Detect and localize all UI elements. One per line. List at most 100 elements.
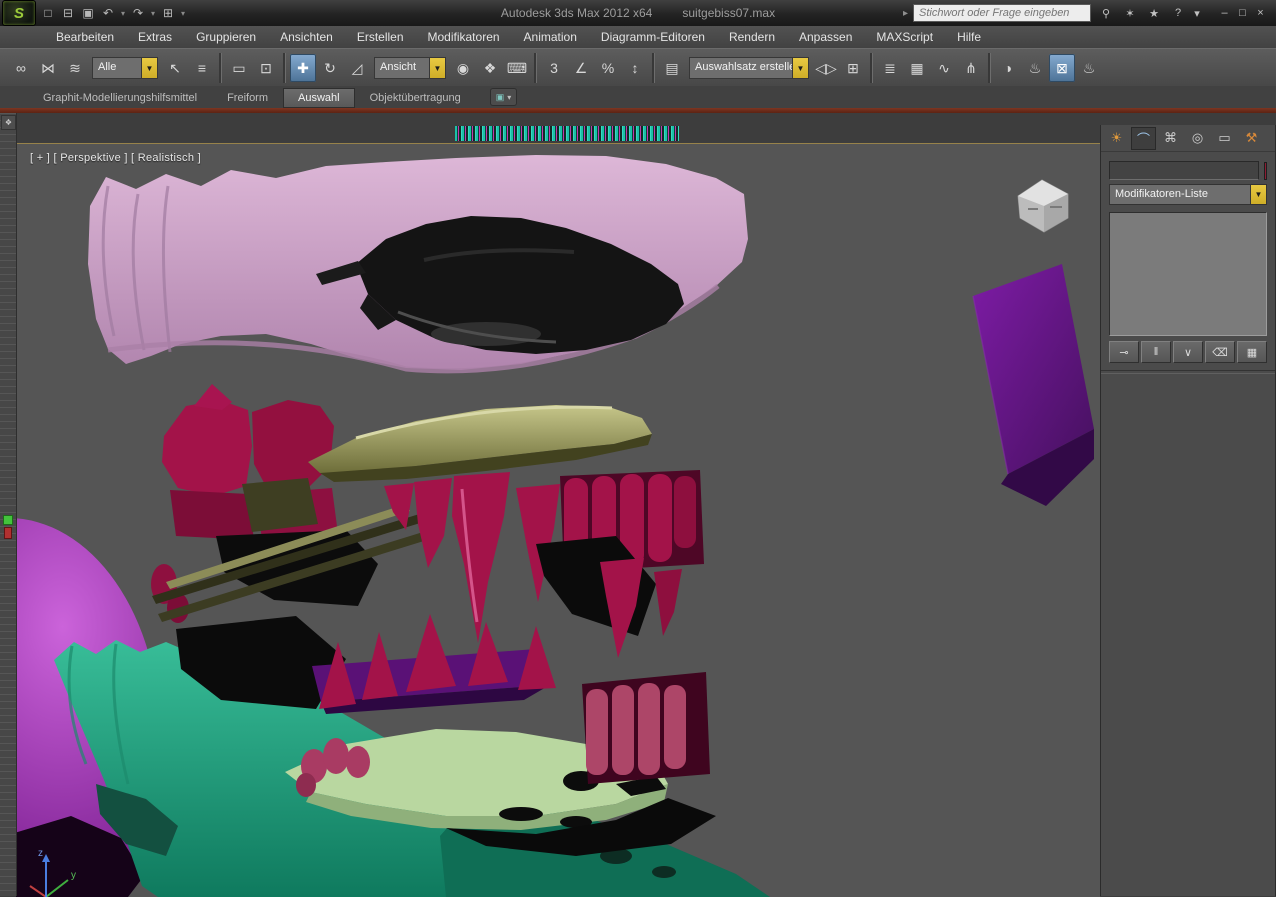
keyboard-shortcut-override-icon[interactable]: ⌨ <box>504 54 530 82</box>
make-unique-button[interactable]: ∨ <box>1173 341 1203 363</box>
menu-modifikatoren[interactable]: Modifikatoren <box>416 26 512 48</box>
configure-modifier-sets-button[interactable]: ▦ <box>1237 341 1267 363</box>
spinner-snap-toggle-icon[interactable]: ↕ <box>622 54 648 82</box>
menu-erstellen[interactable]: Erstellen <box>345 26 416 48</box>
viewcube[interactable] <box>1018 180 1068 232</box>
viewport-label[interactable]: [ + ] [ Perspektive ] [ Realistisch ] <box>30 152 201 164</box>
render-production-icon[interactable]: ♨ <box>1076 54 1102 82</box>
menu-gruppieren[interactable]: Gruppieren <box>184 26 268 48</box>
chevron-down-icon: ▼ <box>792 58 808 78</box>
project-caret-icon[interactable]: ▾ <box>178 4 188 22</box>
favorites-icon[interactable]: ★ <box>1144 4 1164 22</box>
window-crossing-toggle-icon[interactable]: ⊡ <box>253 54 279 82</box>
create-tab-icon[interactable]: ☀ <box>1104 127 1129 150</box>
ribbon-tab-freiform[interactable]: Freiform <box>212 88 283 108</box>
select-object-icon[interactable]: ↖ <box>162 54 188 82</box>
redo-caret-icon[interactable]: ▾ <box>148 4 158 22</box>
viewport-3d-scene[interactable]: z y <box>16 144 1100 897</box>
open-file-icon[interactable]: ⊟ <box>58 4 78 22</box>
mirror-icon[interactable]: ◁▷ <box>813 54 839 82</box>
menu-animation[interactable]: Animation <box>512 26 589 48</box>
bind-to-space-warp-icon[interactable]: ≋ <box>62 54 88 82</box>
reference-coordinate-system-dropdown[interactable]: Ansicht▼ <box>374 57 446 79</box>
modify-tab-icon[interactable]: ⌒ <box>1131 127 1156 150</box>
named-selection-sets-dropdown[interactable]: Auswahlsatz erstelle▼ <box>689 57 809 79</box>
menu-rendern[interactable]: Rendern <box>717 26 787 48</box>
display-tab-icon[interactable]: ▭ <box>1212 127 1237 150</box>
toolbar-separator <box>988 53 991 83</box>
select-and-rotate-icon[interactable]: ↻ <box>317 54 343 82</box>
3ds-max-logo-icon[interactable]: S <box>2 0 36 26</box>
select-and-manipulate-icon[interactable]: ❖ <box>477 54 503 82</box>
ribbon-tab-objekt-bertragung[interactable]: Objektübertragung <box>355 88 476 108</box>
angle-snap-toggle-icon[interactable]: ∠ <box>568 54 594 82</box>
minimize-button[interactable]: – <box>1217 6 1232 20</box>
material-editor-icon[interactable]: ◑ <box>995 54 1021 82</box>
graphite-ribbon-toggle-icon[interactable]: ▦ <box>904 54 930 82</box>
help-caret-icon[interactable]: ▾ <box>1192 4 1202 22</box>
reference-coordinate-system-value: Ansicht <box>375 58 429 78</box>
ribbon-options-button[interactable]: ▣ ▾ <box>490 88 518 106</box>
search-go-icon[interactable]: ⚲ <box>1096 4 1116 22</box>
menu-anpassen[interactable]: Anpassen <box>787 26 864 48</box>
selection-filter-dropdown[interactable]: Alle▼ <box>92 57 158 79</box>
select-by-name-icon[interactable]: ≡ <box>189 54 215 82</box>
curve-editor-icon[interactable]: ∿ <box>931 54 957 82</box>
align-icon[interactable]: ⊞ <box>840 54 866 82</box>
close-button[interactable]: × <box>1253 6 1268 20</box>
infocenter-expand-icon[interactable]: ▸ <box>903 8 908 19</box>
edit-named-selection-sets-icon[interactable]: ▤ <box>659 54 685 82</box>
hierarchy-tab-icon[interactable]: ⌘ <box>1158 127 1183 150</box>
menu-extras[interactable]: Extras <box>126 26 184 48</box>
command-panel-tabs: ☀⌒⌘◎▭⚒ <box>1101 125 1275 152</box>
remove-modifier-button[interactable]: ⌫ <box>1205 341 1235 363</box>
utilities-tab-icon[interactable]: ⚒ <box>1239 127 1264 150</box>
select-and-move-icon[interactable]: ✚ <box>290 54 316 82</box>
perspective-viewport[interactable]: z y [ + ] [ Perspektive ] [ Realistisch … <box>16 143 1100 897</box>
maximize-button[interactable]: □ <box>1235 6 1250 20</box>
new-scene-icon[interactable]: □ <box>38 4 58 22</box>
show-end-result-button[interactable]: ‖ <box>1141 341 1171 363</box>
use-pivot-point-center-icon[interactable]: ◉ <box>450 54 476 82</box>
menu-ansichten[interactable]: Ansichten <box>268 26 345 48</box>
menu-maxscript[interactable]: MAXScript <box>864 26 945 48</box>
undo-caret-icon[interactable]: ▾ <box>118 4 128 22</box>
named-selection-sets-value: Auswahlsatz erstelle <box>690 58 792 78</box>
quick-access-toolbar: □⊟▣↶▾↷▾⊞▾ <box>38 4 188 22</box>
snap-toggle-3d-icon[interactable]: 3 <box>541 54 567 82</box>
pin-stack-button[interactable]: ⊸ <box>1109 341 1139 363</box>
ribbon-tab-auswahl[interactable]: Auswahl <box>283 88 355 108</box>
object-name-field[interactable] <box>1109 161 1259 180</box>
search-input[interactable] <box>913 4 1091 22</box>
communication-center-icon[interactable]: ✶ <box>1120 4 1140 22</box>
schematic-view-icon[interactable]: ⋔ <box>958 54 984 82</box>
select-and-link-icon[interactable]: ∞ <box>8 54 34 82</box>
upper-jaw-model[interactable] <box>88 155 748 371</box>
menu-diagramm-editoren[interactable]: Diagramm-Editoren <box>589 26 717 48</box>
axis-y-label: y <box>71 870 76 881</box>
help-icon[interactable]: ? <box>1168 4 1188 22</box>
select-and-scale-icon[interactable]: ◿ <box>344 54 370 82</box>
box-model[interactable] <box>973 264 1094 506</box>
redo-icon[interactable]: ↷ <box>128 4 148 22</box>
render-setup-icon[interactable]: ♨ <box>1022 54 1048 82</box>
menu-bearbeiten[interactable]: Bearbeiten <box>44 26 126 48</box>
undo-icon[interactable]: ↶ <box>98 4 118 22</box>
modifier-stack-list[interactable] <box>1109 212 1267 336</box>
percent-snap-toggle-icon[interactable]: % <box>595 54 621 82</box>
selection-filter-value: Alle <box>93 58 141 78</box>
axis-z-label: z <box>38 848 43 859</box>
save-file-icon[interactable]: ▣ <box>78 4 98 22</box>
motion-tab-icon[interactable]: ◎ <box>1185 127 1210 150</box>
rendered-frame-window-icon[interactable]: ⊠ <box>1049 54 1075 82</box>
menu-hilfe[interactable]: Hilfe <box>945 26 993 48</box>
dock-handle-icon[interactable]: ❖ <box>1 115 16 130</box>
object-color-swatch[interactable] <box>1264 162 1267 180</box>
layer-manager-icon[interactable]: ≣ <box>877 54 903 82</box>
unlink-selection-icon[interactable]: ⋈ <box>35 54 61 82</box>
project-folder-icon[interactable]: ⊞ <box>158 4 178 22</box>
modifier-list-dropdown[interactable]: Modifikatoren-Liste ▼ <box>1109 184 1267 205</box>
rectangular-selection-region-icon[interactable]: ▭ <box>226 54 252 82</box>
toolbar-separator <box>534 53 537 83</box>
ribbon-tab-graphit-modellierungshilfsmittel[interactable]: Graphit-Modellierungshilfsmittel <box>28 88 212 108</box>
